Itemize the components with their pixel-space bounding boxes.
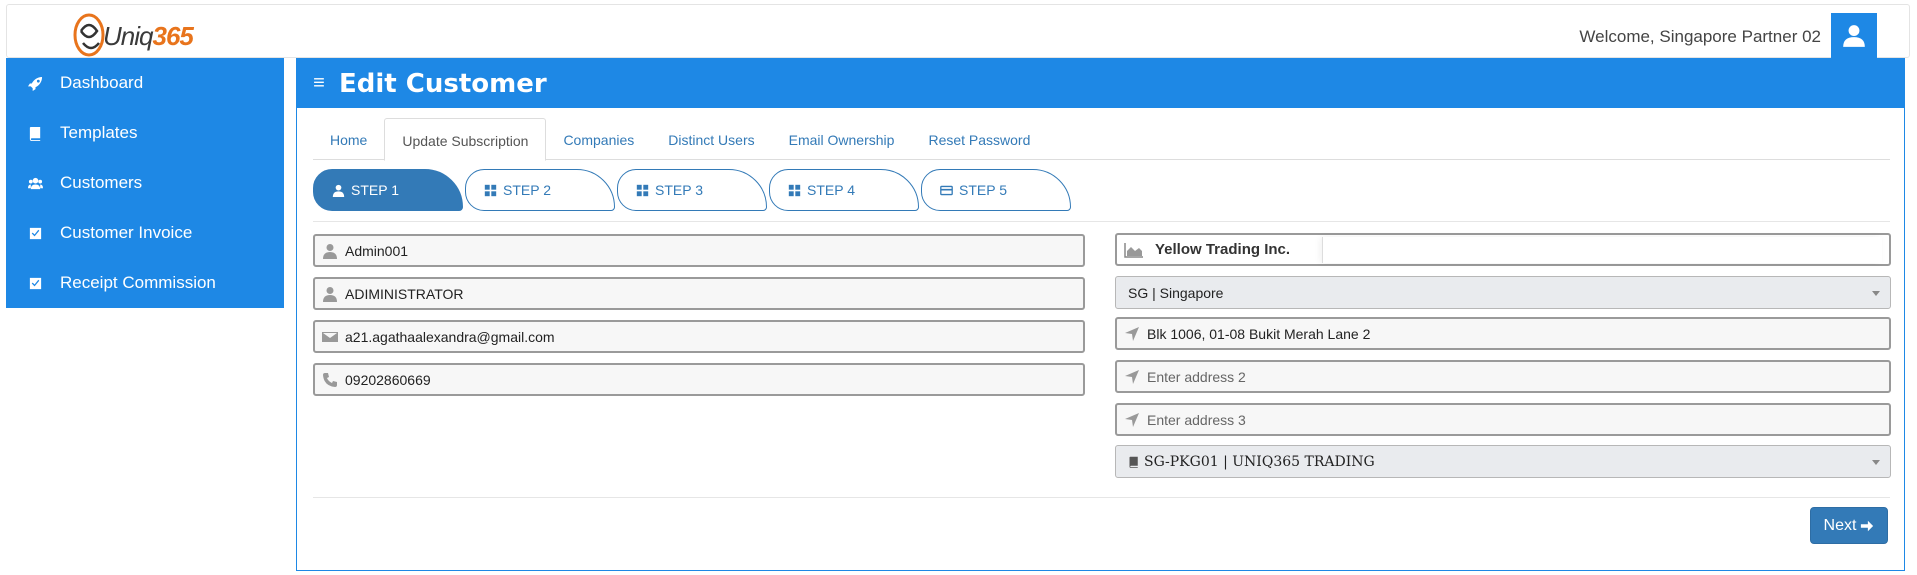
email-field[interactable] bbox=[313, 320, 1085, 353]
area-chart-icon bbox=[1117, 242, 1151, 258]
step-2-button[interactable]: STEP 2 bbox=[465, 169, 615, 211]
sidebar-item-label: Templates bbox=[60, 123, 138, 142]
step-label: STEP 3 bbox=[655, 182, 703, 198]
step-wizard: STEP 1 STEP 2 STEP 3 STEP 4 STEP 5 bbox=[313, 169, 1073, 213]
credit-card-icon bbox=[940, 185, 953, 195]
tab-companies[interactable]: Companies bbox=[546, 118, 651, 160]
tab-reset-password[interactable]: Reset Password bbox=[911, 118, 1047, 160]
company-search-box[interactable] bbox=[1322, 237, 1882, 263]
sidebar-item-label: Customer Invoice bbox=[60, 223, 193, 242]
check-square-icon bbox=[6, 226, 60, 241]
sidebar-item-dashboard[interactable]: Dashboard bbox=[6, 58, 284, 108]
book-icon bbox=[6, 126, 60, 141]
top-bar: Uniq365 Welcome, Singapore Partner 02 bbox=[6, 4, 1910, 59]
address-2-input[interactable] bbox=[1147, 362, 1889, 391]
location-arrow-icon bbox=[1117, 326, 1147, 342]
package-selected-value: SG-PKG01 | UNIQ365 TRADING bbox=[1144, 453, 1375, 470]
phone-input[interactable] bbox=[345, 365, 1083, 394]
logo-text: Uniq365 bbox=[103, 21, 194, 52]
next-button[interactable]: Next bbox=[1810, 507, 1888, 544]
tab-distinct-users[interactable]: Distinct Users bbox=[651, 118, 771, 160]
divider bbox=[313, 221, 1890, 222]
company-field[interactable]: Yellow Trading Inc. bbox=[1115, 233, 1891, 266]
address-1-field[interactable] bbox=[1115, 317, 1891, 350]
email-input[interactable] bbox=[345, 322, 1083, 351]
tab-email-ownership[interactable]: Email Ownership bbox=[772, 118, 912, 160]
panel-header: ≡ Edit Customer bbox=[297, 59, 1904, 108]
check-square-icon bbox=[6, 276, 60, 291]
username-input[interactable] bbox=[345, 236, 1083, 265]
step-label: STEP 4 bbox=[807, 182, 855, 198]
envelope-icon bbox=[315, 329, 345, 345]
tab-bar: Home Update Subscription Companies Disti… bbox=[313, 118, 1890, 161]
logo[interactable]: Uniq365 bbox=[71, 9, 194, 59]
username-field[interactable] bbox=[313, 234, 1085, 267]
rocket-icon bbox=[6, 76, 60, 91]
address-2-field[interactable] bbox=[1115, 360, 1891, 393]
step-label: STEP 2 bbox=[503, 182, 551, 198]
next-button-label: Next bbox=[1823, 516, 1857, 534]
sidebar: Dashboard Templates Customers Customer I… bbox=[6, 58, 284, 308]
user-menu-button[interactable] bbox=[1831, 13, 1877, 59]
tab-home[interactable]: Home bbox=[313, 118, 384, 160]
step-label: STEP 1 bbox=[351, 182, 399, 198]
package-select[interactable]: SG-PKG01 | UNIQ365 TRADING bbox=[1115, 445, 1891, 478]
location-arrow-icon bbox=[1117, 369, 1147, 385]
logo-mark-icon bbox=[73, 13, 105, 57]
step-label: STEP 5 bbox=[959, 182, 1007, 198]
phone-field[interactable] bbox=[313, 363, 1085, 396]
address-3-input[interactable] bbox=[1147, 405, 1889, 434]
country-select[interactable]: SG | Singapore bbox=[1115, 276, 1891, 309]
phone-icon bbox=[315, 372, 345, 388]
users-icon bbox=[6, 176, 60, 191]
user-icon bbox=[315, 243, 345, 259]
grid-icon bbox=[636, 184, 649, 196]
grid-icon bbox=[788, 184, 801, 196]
sidebar-item-label: Receipt Commission bbox=[60, 273, 216, 292]
fullname-input[interactable] bbox=[345, 279, 1083, 308]
fullname-field[interactable] bbox=[313, 277, 1085, 310]
step-5-button[interactable]: STEP 5 bbox=[921, 169, 1071, 211]
sidebar-item-label: Dashboard bbox=[60, 73, 144, 92]
country-selected-value: SG | Singapore bbox=[1128, 284, 1224, 301]
user-icon bbox=[315, 286, 345, 302]
page-title: Edit Customer bbox=[339, 68, 547, 99]
address-1-input[interactable] bbox=[1147, 319, 1889, 348]
sidebar-item-customers[interactable]: Customers bbox=[6, 158, 284, 208]
step-3-button[interactable]: STEP 3 bbox=[617, 169, 767, 211]
divider bbox=[313, 497, 1890, 498]
arrow-right-icon bbox=[1861, 520, 1874, 531]
address-3-field[interactable] bbox=[1115, 403, 1891, 436]
welcome-text: Welcome, Singapore Partner 02 bbox=[1579, 27, 1821, 46]
location-arrow-icon bbox=[1117, 412, 1147, 428]
sidebar-item-customer-invoice[interactable]: Customer Invoice bbox=[6, 208, 284, 258]
user-avatar-icon bbox=[1843, 25, 1865, 47]
sidebar-item-receipt-commission[interactable]: Receipt Commission bbox=[6, 258, 284, 308]
step-1-button[interactable]: STEP 1 bbox=[313, 169, 463, 211]
chevron-down-icon bbox=[1872, 460, 1880, 465]
logo-text-365: 365 bbox=[152, 21, 193, 51]
grid-icon bbox=[484, 184, 497, 196]
chevron-down-icon bbox=[1872, 291, 1880, 296]
sidebar-item-label: Customers bbox=[60, 173, 143, 192]
hamburger-menu-icon[interactable]: ≡ bbox=[297, 72, 331, 95]
company-name: Yellow Trading Inc. bbox=[1155, 241, 1291, 258]
sidebar-item-templates[interactable]: Templates bbox=[6, 108, 284, 158]
tab-update-subscription[interactable]: Update Subscription bbox=[384, 118, 547, 161]
user-icon bbox=[332, 184, 345, 197]
main-panel: ≡ Edit Customer Home Update Subscription… bbox=[296, 58, 1905, 571]
logo-text-uniq: Uniq bbox=[103, 21, 153, 51]
book-icon bbox=[1129, 456, 1138, 468]
step-4-button[interactable]: STEP 4 bbox=[769, 169, 919, 211]
